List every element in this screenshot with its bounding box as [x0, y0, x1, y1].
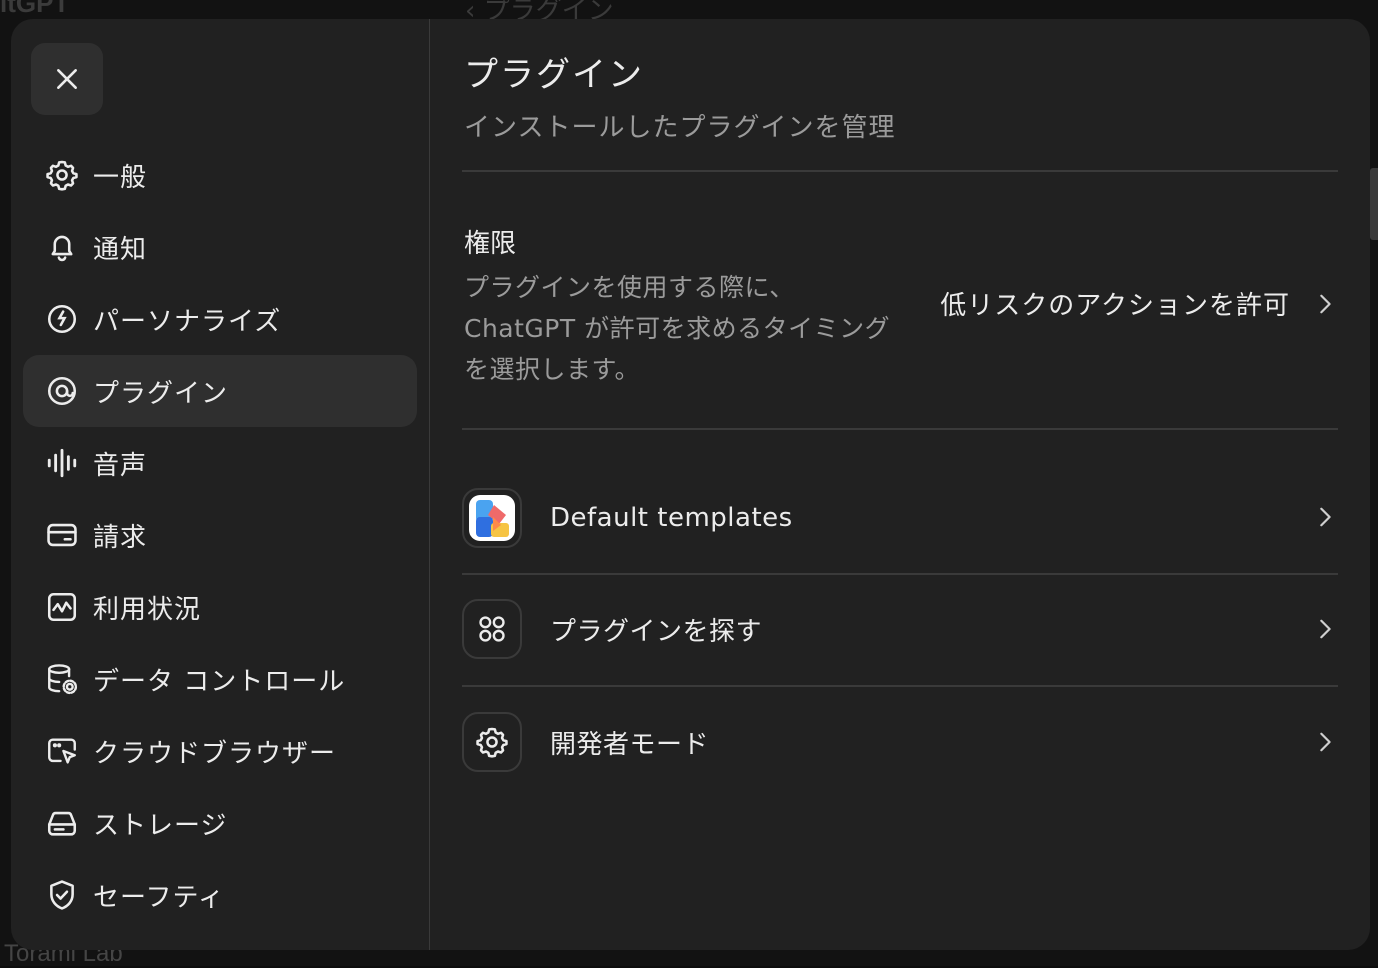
sidebar-item-usage[interactable]: 利用状況 [23, 571, 417, 643]
plugin-row-default-templates[interactable]: Default templates [462, 474, 1338, 562]
database-gear-icon [45, 662, 79, 696]
activity-icon [45, 590, 79, 624]
sidebar-item-label: パーソナライズ [93, 306, 282, 337]
browser-cursor-icon [45, 734, 79, 768]
sidebar-item-label: データ コントロール [93, 666, 346, 697]
sidebar-item-billing[interactable]: 請求 [23, 499, 417, 571]
plugin-icon [45, 374, 79, 408]
grid-circles-icon [462, 599, 522, 659]
page-title: プラグイン [464, 55, 644, 95]
chevron-right-icon[interactable] [1314, 731, 1336, 753]
sidebar-item-safety[interactable]: セーフティ [23, 859, 417, 931]
settings-sidebar: 一般 通知 パーソナライズ プラグイン 音声 請求 利用状況 データ コントロー… [11, 19, 430, 950]
plugin-row-browse-plugins[interactable]: プラグインを探す [462, 585, 1338, 673]
row-label: Default templates [550, 503, 793, 533]
permissions-select[interactable]: 低リスクのアクションを許可 [940, 285, 1290, 322]
settings-nav: 一般 通知 パーソナライズ プラグイン 音声 請求 利用状況 データ コントロー… [23, 139, 417, 931]
gear-icon [462, 712, 522, 772]
row-label: 開発者モード [550, 729, 710, 760]
sidebar-item-label: 通知 [93, 234, 148, 265]
personalize-icon [45, 302, 79, 336]
permissions-title: 権限 [464, 229, 517, 259]
sidebar-item-voice[interactable]: 音声 [23, 427, 417, 499]
plugin-row-developer-mode[interactable]: 開発者モード [462, 698, 1338, 786]
sidebar-item-notifications[interactable]: 通知 [23, 211, 417, 283]
chevron-right-icon[interactable] [1314, 618, 1336, 640]
divider [462, 573, 1338, 575]
sidebar-item-label: セーフティ [93, 882, 225, 913]
sidebar-item-label: 音声 [93, 450, 148, 481]
sidebar-item-label: ストレージ [93, 810, 228, 841]
page-subtitle: インストールしたプラグインを管理 [464, 113, 896, 143]
sidebar-item-label: 請求 [93, 522, 148, 553]
shield-check-icon [45, 878, 79, 912]
bell-icon [45, 230, 79, 264]
sidebar-item-personalize[interactable]: パーソナライズ [23, 283, 417, 355]
settings-content: プラグイン インストールしたプラグインを管理 権限 プラグインを使用する際に、C… [430, 19, 1370, 950]
drive-icon [45, 806, 79, 840]
close-icon [57, 69, 77, 89]
row-label: プラグインを探す [550, 616, 763, 647]
close-button[interactable] [31, 43, 103, 115]
waveform-icon [45, 446, 79, 480]
sidebar-item-storage[interactable]: ストレージ [23, 787, 417, 859]
permissions-description: プラグインを使用する際に、ChatGPT が許可を求めるタイミングを選択します。 [464, 273, 891, 384]
default-templates-app-icon [462, 488, 522, 548]
divider [462, 428, 1338, 430]
sidebar-item-label: 一般 [93, 162, 148, 193]
chevron-right-icon[interactable] [1314, 293, 1336, 315]
sidebar-item-plugins[interactable]: プラグイン [23, 355, 417, 427]
sidebar-item-label: プラグイン [93, 378, 229, 409]
sidebar-item-label: 利用状況 [93, 594, 202, 625]
background-scroll-strip [1370, 168, 1378, 240]
sidebar-item-data-controls[interactable]: データ コントロール [23, 643, 417, 715]
divider [462, 685, 1338, 687]
card-icon [45, 518, 79, 552]
gear-icon [45, 158, 79, 192]
sidebar-item-label: クラウドブラウザー [93, 738, 337, 769]
background-app-title: itGPT [0, 0, 70, 18]
divider [462, 170, 1338, 172]
sidebar-item-general[interactable]: 一般 [23, 139, 417, 211]
sidebar-item-cloud-browser[interactable]: クラウドブラウザー [23, 715, 417, 787]
chevron-right-icon[interactable] [1314, 506, 1336, 528]
settings-modal: 一般 通知 パーソナライズ プラグイン 音声 請求 利用状況 データ コントロー… [11, 19, 1370, 950]
